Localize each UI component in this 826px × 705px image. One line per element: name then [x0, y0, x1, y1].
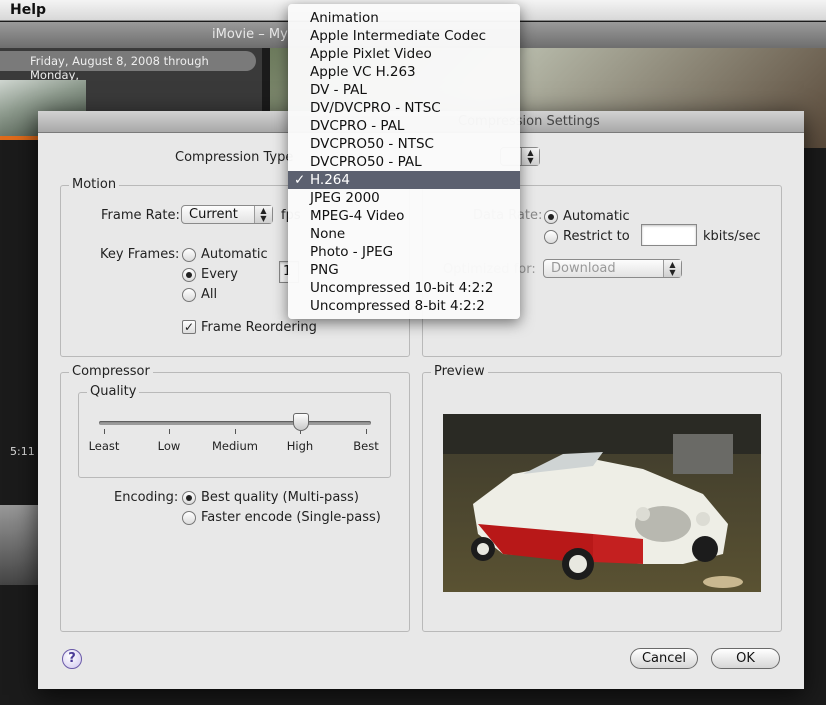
- quality-tick: [235, 429, 236, 434]
- data-rate-field[interactable]: [641, 224, 697, 246]
- quality-slider-thumb[interactable]: [292, 413, 309, 431]
- encoding-label: Encoding:: [114, 490, 179, 505]
- optimized-for-value: Download: [551, 261, 616, 276]
- event-date-bar: Friday, August 8, 2008 through Monday,: [0, 51, 256, 82]
- project-thumbnail[interactable]: [0, 505, 40, 585]
- data-rate-automatic-label: Automatic: [563, 209, 630, 224]
- encoding-multipass-label: Best quality (Multi-pass): [201, 490, 359, 505]
- menu-item-jpeg-2000[interactable]: JPEG 2000: [288, 189, 520, 207]
- preview-image: [443, 414, 761, 592]
- menu-item-dvcpro50-ntsc[interactable]: DVCPRO50 - NTSC: [288, 135, 520, 153]
- help-button[interactable]: ?: [62, 649, 82, 669]
- frame-reordering-label: Frame Reordering: [201, 320, 317, 335]
- quality-group: Quality Least Low Medium High Best: [78, 384, 391, 478]
- menu-help[interactable]: Help: [10, 2, 46, 18]
- menu-item-uncompressed-8bit[interactable]: Uncompressed 8-bit 4:2:2: [288, 297, 520, 315]
- data-rate-units-label: kbits/sec: [703, 229, 761, 244]
- frame-rate-label: Frame Rate:: [101, 208, 180, 223]
- menu-item-dvcpro50-pal[interactable]: DVCPRO50 - PAL: [288, 153, 520, 171]
- encoding-multipass-radio[interactable]: [182, 491, 196, 505]
- quality-tick-label: High: [286, 439, 314, 453]
- data-rate-restrict-label: Restrict to: [563, 229, 630, 244]
- preview-group-label: Preview: [431, 364, 488, 379]
- key-frames-all-label: All: [201, 287, 218, 302]
- menu-item-apple-pixlet-video[interactable]: Apple Pixlet Video: [288, 45, 520, 63]
- menu-item-uncompressed-10bit[interactable]: Uncompressed 10-bit 4:2:2: [288, 279, 520, 297]
- key-frames-automatic-radio[interactable]: [182, 248, 196, 262]
- data-rate-restrict-radio[interactable]: [544, 230, 558, 244]
- key-frames-label: Key Frames:: [100, 247, 180, 262]
- chevron-updown-icon: ▲ ▼: [521, 148, 539, 165]
- quality-tick-label: Medium: [212, 439, 258, 453]
- chevron-updown-icon: ▲ ▼: [254, 206, 272, 223]
- cancel-button[interactable]: Cancel: [630, 648, 698, 669]
- menu-item-h264[interactable]: ✓ H.264: [288, 171, 520, 189]
- quality-tick-label: Low: [157, 439, 181, 453]
- key-frames-all-radio[interactable]: [182, 288, 196, 302]
- menu-item-apple-intermediate-codec[interactable]: Apple Intermediate Codec: [288, 27, 520, 45]
- timecode-display: 5:11: [0, 440, 40, 464]
- menu-item-mpeg4-video[interactable]: MPEG-4 Video: [288, 207, 520, 225]
- menu-item-dv-pal[interactable]: DV - PAL: [288, 81, 520, 99]
- key-frames-every-radio[interactable]: [182, 268, 196, 282]
- encoding-singlepass-radio[interactable]: [182, 511, 196, 525]
- quality-tick: [169, 429, 170, 434]
- compressor-group: Compressor Quality Least Low Medium High…: [60, 364, 410, 632]
- quality-tick: [104, 429, 105, 434]
- frame-rate-value: Current: [189, 207, 238, 222]
- window-title: iMovie – My: [212, 27, 288, 42]
- menu-item-animation[interactable]: Animation: [288, 9, 520, 27]
- menu-item-dvcpro-pal[interactable]: DVCPRO - PAL: [288, 117, 520, 135]
- motion-group-label: Motion: [69, 177, 120, 192]
- frame-rate-popup[interactable]: Current ▲ ▼: [181, 205, 273, 224]
- key-frames-every-label: Every: [201, 267, 238, 282]
- optimized-for-popup[interactable]: Download ▲ ▼: [543, 259, 682, 278]
- menu-item-apple-vc-h263[interactable]: Apple VC H.263: [288, 63, 520, 81]
- quality-slider-track[interactable]: [99, 421, 371, 425]
- quality-tick-label: Best: [353, 439, 379, 453]
- compressor-group-label: Compressor: [69, 364, 153, 379]
- menu-item-none[interactable]: None: [288, 225, 520, 243]
- data-rate-automatic-radio[interactable]: [544, 210, 558, 224]
- menu-item-photo-jpeg[interactable]: Photo - JPEG: [288, 243, 520, 261]
- quality-tick: [366, 429, 367, 434]
- quality-group-label: Quality: [87, 384, 140, 399]
- ok-button[interactable]: OK: [711, 648, 780, 669]
- frame-reordering-checkbox[interactable]: ✓: [182, 320, 196, 334]
- menu-item-h264-label: H.264: [310, 172, 350, 188]
- menu-item-png[interactable]: PNG: [288, 261, 520, 279]
- checkmark-icon: ✓: [294, 172, 306, 188]
- chevron-updown-icon: ▲ ▼: [663, 260, 681, 277]
- compression-type-menu: Animation Apple Intermediate Codec Apple…: [288, 4, 520, 319]
- timecode-label: 5:11: [10, 445, 35, 458]
- compression-type-label: Compression Type: [175, 150, 294, 165]
- menu-item-dv-dvcpro-ntsc[interactable]: DV/DVCPRO - NTSC: [288, 99, 520, 117]
- event-date-label: Friday, August 8, 2008 through Monday,: [30, 54, 209, 82]
- key-frames-automatic-label: Automatic: [201, 247, 268, 262]
- quality-tick-label: Least: [88, 439, 120, 453]
- encoding-singlepass-label: Faster encode (Single-pass): [201, 510, 381, 525]
